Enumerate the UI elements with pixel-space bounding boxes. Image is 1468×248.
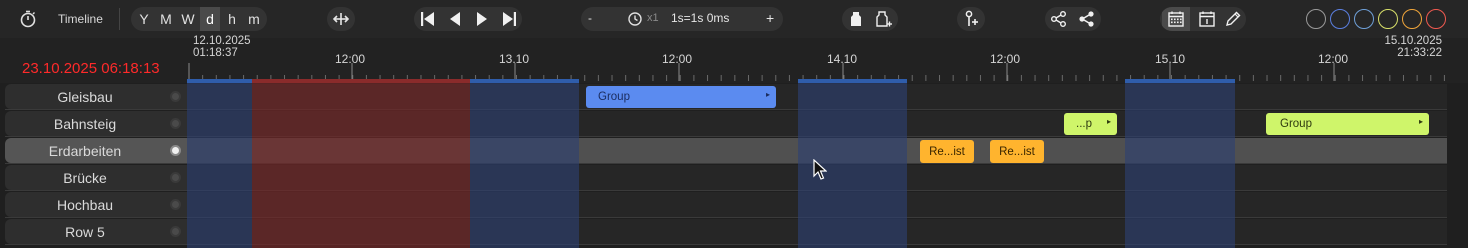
step-back-icon[interactable]: [446, 10, 464, 28]
weekend-marker: [1125, 79, 1235, 83]
tag-add-icon[interactable]: [875, 10, 893, 28]
color-filter-blue[interactable]: [1330, 9, 1350, 29]
row-visibility-dot[interactable]: [170, 145, 181, 156]
row-bahnsteig[interactable]: Bahnsteig: [0, 110, 1447, 137]
playback-controls: [414, 7, 522, 31]
row-track[interactable]: [187, 84, 1447, 109]
timeline-label: Timeline: [58, 12, 103, 26]
play-icon[interactable]: [473, 10, 491, 28]
row-bruecke[interactable]: Brücke: [0, 164, 1447, 191]
row-name: Erdarbeiten: [48, 143, 122, 159]
share-filled-icon[interactable]: [1078, 10, 1096, 28]
task-bar-erdarbeiten[interactable]: Re...ist: [990, 140, 1044, 163]
bar-label: Re...ist: [929, 145, 965, 158]
expand-arrow-icon[interactable]: ▸: [1107, 117, 1111, 126]
skip-start-icon[interactable]: [419, 10, 437, 28]
row-erdarbeiten[interactable]: Erdarbeiten: [0, 137, 1447, 164]
row-visibility-dot[interactable]: [170, 172, 181, 183]
group-bar-bahnsteig[interactable]: Group ▸: [1266, 113, 1429, 135]
milestone-add-icon: [965, 10, 978, 26]
arrows-horizontal-icon: [332, 13, 350, 25]
row-name: Hochbau: [56, 197, 114, 213]
holiday-marker: [252, 79, 470, 83]
row-name: Gleisbau: [57, 89, 113, 105]
row-track[interactable]: [187, 192, 1447, 217]
row-hochbau[interactable]: Hochbau: [0, 191, 1447, 218]
add-milestone-button[interactable]: [957, 7, 985, 31]
color-filter-yellow[interactable]: [1378, 9, 1398, 29]
calendar-icon[interactable]: [1198, 10, 1216, 28]
row-label[interactable]: Row 5: [5, 219, 187, 244]
speed-control: - x1 1s=1s 0ms +: [581, 7, 783, 31]
zoom-day-button[interactable]: d: [200, 7, 220, 31]
group-bar-gleisbau[interactable]: Group ▸: [586, 86, 776, 108]
bar-label: ...p: [1076, 118, 1092, 130]
tag-filled-icon[interactable]: [848, 10, 864, 28]
current-time: 23.10.2025 06:18:13: [22, 60, 160, 77]
row-name: Row 5: [65, 224, 105, 240]
zoom-month-button[interactable]: M: [156, 7, 176, 31]
zoom-year-button[interactable]: Y: [134, 7, 154, 31]
range-end: 15.10.2025 21:33:22: [1384, 35, 1442, 59]
time-ruler[interactable]: 23.10.2025 06:18:13 12.10.2025 01:18:37 …: [0, 35, 1468, 83]
color-filter-group: [1302, 7, 1446, 31]
weekend-marker: [470, 79, 579, 83]
pencil-icon[interactable]: [1224, 10, 1242, 28]
row-5[interactable]: Row 5: [0, 218, 1447, 245]
zoom-week-button[interactable]: W: [178, 7, 198, 31]
clock-icon: [628, 12, 642, 26]
view-mode-group: [1160, 7, 1246, 31]
bar-label: Group: [1280, 118, 1312, 130]
range-start-date: 12.10.2025: [193, 35, 251, 47]
bar-label: Group: [598, 91, 630, 103]
calendar-grid-button[interactable]: [1162, 7, 1190, 31]
weekend-marker: [187, 79, 252, 83]
color-filter-red[interactable]: [1426, 9, 1446, 29]
lock-group: [842, 7, 898, 31]
color-filter-orange[interactable]: [1402, 9, 1422, 29]
zoom-level-group: Y M W d h m: [131, 7, 267, 31]
range-start: 12.10.2025 01:18:37: [193, 35, 251, 59]
share-icon[interactable]: [1050, 10, 1068, 28]
row-name: Bahnsteig: [53, 116, 117, 132]
color-filter-gray[interactable]: [1306, 9, 1326, 29]
weekend-marker: [798, 79, 907, 83]
mouse-cursor-icon: [813, 159, 827, 180]
speed-decrease-button[interactable]: -: [588, 11, 592, 25]
speed-increase-button[interactable]: +: [766, 10, 774, 26]
zoom-minute-button[interactable]: m: [244, 7, 264, 31]
range-start-time: 01:18:37: [193, 47, 238, 59]
fit-horizontal-button[interactable]: [327, 7, 355, 31]
row-visibility-dot[interactable]: [170, 226, 181, 237]
row-label[interactable]: Erdarbeiten: [5, 138, 187, 163]
speed-value[interactable]: 1s=1s 0ms: [671, 11, 729, 25]
row-track[interactable]: [187, 111, 1447, 136]
zoom-hour-button[interactable]: h: [222, 7, 242, 31]
stopwatch-icon: [20, 10, 36, 28]
range-end-time: 21:33:22: [1397, 47, 1442, 59]
row-label[interactable]: Hochbau: [5, 192, 187, 217]
color-filter-lightblue[interactable]: [1354, 9, 1374, 29]
skip-end-icon[interactable]: [500, 10, 518, 28]
row-visibility-dot[interactable]: [170, 91, 181, 102]
expand-arrow-icon[interactable]: ▸: [766, 90, 770, 99]
group-bar-bahnsteig-short[interactable]: ...p ▸: [1064, 113, 1117, 135]
range-end-date: 15.10.2025: [1384, 35, 1442, 47]
row-name: Brücke: [63, 170, 107, 186]
link-group: [1045, 7, 1101, 31]
row-label[interactable]: Gleisbau: [5, 84, 187, 109]
row-visibility-dot[interactable]: [170, 118, 181, 129]
row-label[interactable]: Bahnsteig: [5, 111, 187, 136]
bar-label: Re...ist: [999, 145, 1035, 158]
task-bar-erdarbeiten[interactable]: Re...ist: [920, 140, 974, 163]
row-label[interactable]: Brücke: [5, 165, 187, 190]
toolbar: Timeline Y M W d h m - x1 1s=1s 0ms +: [0, 0, 1468, 38]
calendar-grid-icon: [1168, 11, 1184, 27]
speed-multiplier: x1: [647, 12, 659, 24]
row-visibility-dot[interactable]: [170, 199, 181, 210]
expand-arrow-icon[interactable]: ▸: [1419, 117, 1423, 126]
row-track[interactable]: [187, 219, 1447, 244]
stopwatch-button[interactable]: [18, 7, 38, 31]
